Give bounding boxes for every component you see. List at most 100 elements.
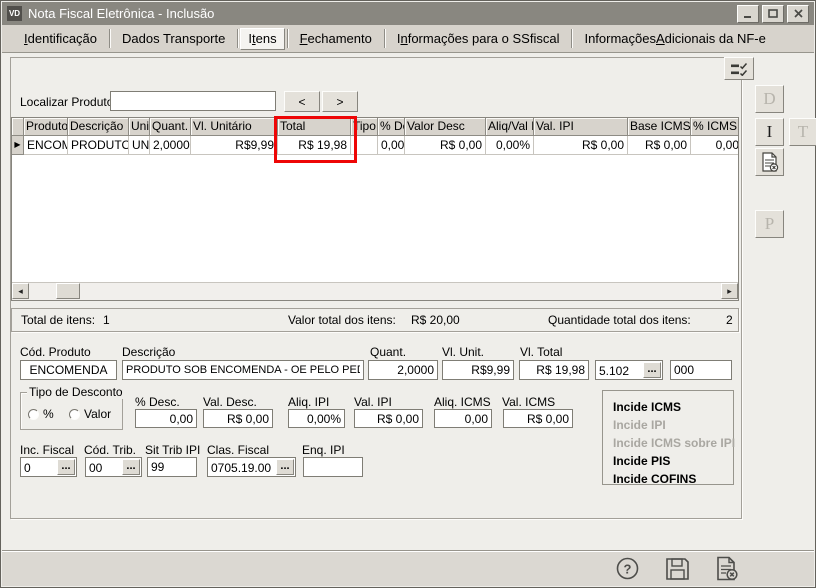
valor-total-value: R$ 20,00 (411, 313, 460, 327)
next-item-button[interactable]: > (322, 91, 358, 112)
svg-text:?: ? (623, 562, 631, 577)
val-desc-input[interactable] (203, 409, 273, 428)
title-bar: VD Nota Fiscal Eletrônica - Inclusão (2, 2, 814, 25)
grid-header-valor-desc[interactable]: Valor Desc (405, 118, 486, 136)
tipo-desconto-groupbox: Tipo de Desconto % Valor (20, 392, 123, 430)
grid-cell-base-icms[interactable]: R$ 0,00 (628, 136, 691, 155)
localizar-produto-input[interactable] (110, 91, 276, 111)
grid-header-total[interactable]: Total (278, 118, 351, 136)
tab-itens[interactable]: Itens (240, 28, 284, 50)
val-icms-label: Val. ICMS (502, 395, 555, 409)
scroll-left-button[interactable]: ◂ (12, 283, 29, 299)
aliq-ipi-input[interactable] (288, 409, 345, 428)
grid-cell-de[interactable]: 0,00 (378, 136, 405, 155)
grid-data-row[interactable]: ▶ENCOMENDAPRODUTO SOB ENCOMENDA - OE PEL… (12, 136, 738, 155)
cod-produto-input[interactable] (20, 360, 117, 380)
grid-header-quant[interactable]: Quant. (150, 118, 191, 136)
grid-horizontal-scrollbar[interactable]: ◂ ▸ (12, 282, 738, 300)
grid-cell-quant[interactable]: 2,0000 (150, 136, 191, 155)
tab-separator (384, 29, 385, 48)
close-icon (794, 9, 803, 18)
grid-cell-total[interactable]: R$ 19,98 (278, 136, 351, 155)
cod-trib-field: ... (85, 457, 142, 477)
enq-ipi-input[interactable] (303, 457, 363, 477)
desconto-percent-label: % (43, 407, 54, 421)
desconto-valor-radio[interactable]: Valor (69, 407, 111, 421)
val-desc-label: Val. Desc. (203, 395, 257, 409)
document-delete-icon (715, 556, 739, 581)
aliq-ipi-label: Aliq. IPI (288, 395, 329, 409)
incide-panel: Incide ICMSIncide IPIIncide ICMS sobre I… (602, 390, 734, 485)
close-button[interactable] (787, 5, 809, 23)
enq-ipi-label: Enq. IPI (302, 443, 345, 457)
cod-trib-browse-button[interactable]: ... (122, 459, 140, 475)
tab-fechamento[interactable]: Fechamento (290, 26, 382, 52)
grid-cell-descri-o[interactable]: PRODUTO SOB ENCOMENDA - OE PELO PEDIDO (68, 136, 129, 155)
grid-header-aliq-val-ip[interactable]: Aliq/Val IP (486, 118, 534, 136)
grid-cell-icms[interactable]: 0,00 (691, 136, 739, 155)
inc-fiscal-browse-button[interactable]: ... (57, 459, 75, 475)
pct-desc-label: % Desc. (135, 395, 180, 409)
side-button-i[interactable]: I (755, 118, 784, 146)
delete-item-button[interactable] (755, 148, 784, 176)
val-icms-input[interactable] (503, 409, 573, 428)
radio-circle-icon (28, 409, 39, 420)
grid-header-base-icms[interactable]: Base ICMS (628, 118, 691, 136)
nota-fiscal-window: VD Nota Fiscal Eletrônica - Inclusão Ide… (0, 0, 816, 588)
tab-identifica-o[interactable]: Identificação (14, 26, 107, 52)
quantidade-total-label: Quantidade total dos itens: (548, 313, 691, 327)
maximize-button[interactable] (762, 5, 784, 23)
grid-header-tipo[interactable]: Tipo (351, 118, 378, 136)
aliq-icms-label: Aliq. ICMS (434, 395, 491, 409)
clas-fiscal-field: ... (207, 457, 296, 477)
desconto-percent-radio[interactable]: % (28, 407, 54, 421)
cfop-browse-button[interactable]: ... (643, 362, 661, 378)
grid-header-produto[interactable]: Produto (24, 118, 68, 136)
grid-header-unid[interactable]: Unid (129, 118, 150, 136)
descricao-input[interactable] (122, 360, 364, 380)
save-button[interactable] (664, 556, 690, 581)
grid-header-de[interactable]: % De (378, 118, 405, 136)
grid-header-vl-unit-rio[interactable]: Vl. Unitário (191, 118, 278, 136)
quant-input[interactable] (368, 360, 438, 380)
incide-incide-pis: Incide PIS (613, 452, 733, 470)
grid-cell-aliq-val-ip[interactable]: 0,00% (486, 136, 534, 155)
grid-header-row: ProdutoDescriçãoUnidQuant.Vl. UnitárioTo… (12, 118, 738, 136)
grid-header-val-ipi[interactable]: Val. IPI (534, 118, 628, 136)
pct-desc-input[interactable] (135, 409, 197, 428)
grid-cell-produto[interactable]: ENCOMENDA (24, 136, 68, 155)
minimize-button[interactable] (737, 5, 759, 23)
tab-separator (109, 29, 110, 48)
quant-label: Quant. (370, 345, 406, 359)
grid-header-icms[interactable]: % ICMS (691, 118, 739, 136)
side-button-t: T (789, 118, 816, 146)
grid-header-descri-o[interactable]: Descrição (68, 118, 129, 136)
codigo-extra-input[interactable] (670, 360, 732, 380)
items-grid: ProdutoDescriçãoUnidQuant.Vl. UnitárioTo… (11, 117, 739, 301)
clas-fiscal-browse-button[interactable]: ... (276, 459, 294, 475)
grid-cell-unid[interactable]: UN (129, 136, 150, 155)
tab-dados-transporte[interactable]: Dados Transporte (112, 26, 235, 52)
aliq-icms-input[interactable] (434, 409, 492, 428)
grid-cell-valor-desc[interactable]: R$ 0,00 (405, 136, 486, 155)
vl-total-input[interactable] (519, 360, 589, 380)
vl-unit-label: Vl. Unit. (442, 345, 484, 359)
cancel-button[interactable] (714, 556, 740, 581)
sit-trib-ipi-input[interactable] (147, 457, 197, 477)
val-ipi-input[interactable] (354, 409, 423, 428)
prev-item-button[interactable]: < (284, 91, 320, 112)
scroll-right-button[interactable]: ▸ (721, 283, 738, 299)
clas-fiscal-label: Clas. Fiscal (207, 443, 269, 457)
grid-cell-tipo[interactable] (351, 136, 378, 155)
vl-unit-input[interactable] (442, 360, 514, 380)
grid-cell-val-ipi[interactable]: R$ 0,00 (534, 136, 628, 155)
totals-bar: Total de itens: 1 Valor total dos itens:… (11, 308, 739, 332)
help-button[interactable]: ? (614, 556, 640, 581)
tab-informa-es-adicionais-da-nf-e[interactable]: Informações Adicionais da NF-e (574, 26, 775, 52)
grid-cell-vl-unit-rio[interactable]: R$9,99 (191, 136, 278, 155)
tab-informa-es-para-o-ssfiscal[interactable]: Informações para o SSfiscal (387, 26, 570, 52)
descricao-label: Descrição (122, 345, 175, 359)
tipo-desconto-label: Tipo de Desconto (27, 385, 125, 399)
scrollbar-thumb[interactable] (56, 283, 80, 299)
mark-items-button[interactable] (724, 57, 754, 80)
